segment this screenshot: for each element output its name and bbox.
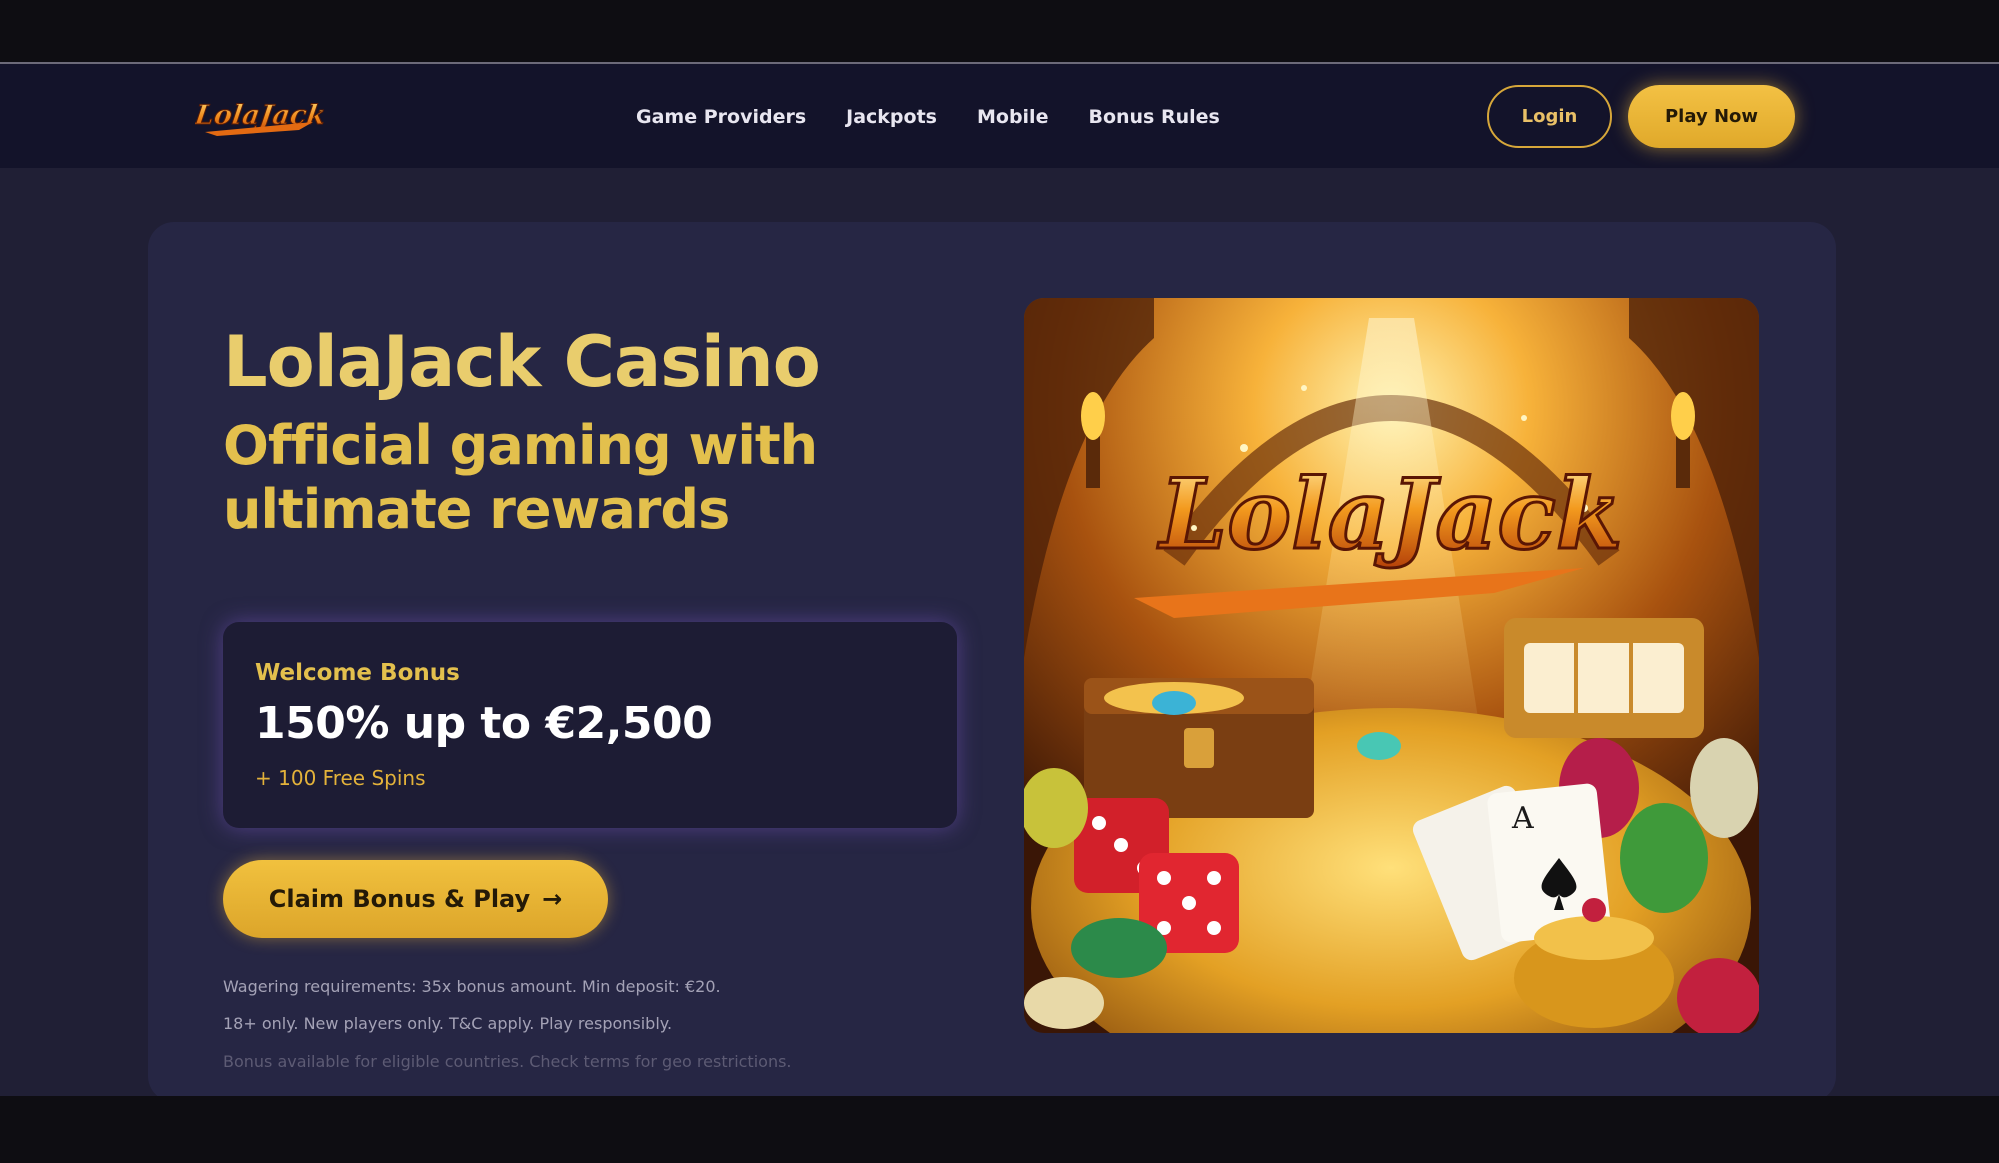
claim-bonus-label: Claim Bonus & Play bbox=[268, 885, 531, 913]
hero-card: LolaJack Casino Official gaming with ult… bbox=[148, 222, 1836, 1096]
hero-title: LolaJack Casino bbox=[223, 321, 821, 403]
play-now-button[interactable]: Play Now bbox=[1628, 85, 1795, 148]
navbar: LolaJack Game Providers Jackpots Mobile … bbox=[0, 64, 1999, 168]
image-logo-text: LolaJack bbox=[1157, 458, 1623, 571]
bottom-bar bbox=[0, 1096, 1999, 1163]
arrow-right-icon: → bbox=[542, 885, 563, 913]
svg-text:LolaJack: LolaJack bbox=[195, 100, 327, 131]
screenshot-frame: LolaJack Game Providers Jackpots Mobile … bbox=[0, 0, 1999, 1163]
nav-link-mobile[interactable]: Mobile bbox=[977, 106, 1048, 128]
nav-link-bonus-rules[interactable]: Bonus Rules bbox=[1088, 106, 1219, 128]
svg-text:A: A bbox=[1511, 801, 1534, 836]
hero-image: A LolaJack bbox=[1024, 298, 1759, 1033]
bonus-free-spins: + 100 Free Spins bbox=[255, 766, 426, 790]
hero-subtitle: Official gaming with ultimate rewards bbox=[223, 414, 818, 541]
terms-wagering: Wagering requirements: 35x bonus amount.… bbox=[223, 977, 721, 996]
site-logo[interactable]: LolaJack bbox=[191, 88, 330, 144]
treasure-scene-image: A LolaJack bbox=[1024, 298, 1759, 1033]
bonus-label: Welcome Bonus bbox=[255, 660, 460, 686]
lolajack-logo-icon: LolaJack bbox=[191, 100, 328, 136]
bonus-amount: 150% up to €2,500 bbox=[255, 698, 713, 749]
login-button[interactable]: Login bbox=[1487, 85, 1612, 148]
welcome-bonus-box: Welcome Bonus 150% up to €2,500 + 100 Fr… bbox=[223, 622, 957, 828]
main-nav: Game Providers Jackpots Mobile Bonus Rul… bbox=[636, 102, 1220, 132]
nav-link-jackpots[interactable]: Jackpots bbox=[846, 106, 937, 128]
terms-age: 18+ only. New players only. T&C apply. P… bbox=[223, 1014, 673, 1033]
nav-link-game-providers[interactable]: Game Providers bbox=[636, 106, 806, 128]
casino-site: LolaJack Game Providers Jackpots Mobile … bbox=[0, 64, 1999, 1096]
terms-geo: Bonus available for eligible countries. … bbox=[223, 1052, 792, 1071]
claim-bonus-button[interactable]: Claim Bonus & Play → bbox=[223, 860, 608, 938]
